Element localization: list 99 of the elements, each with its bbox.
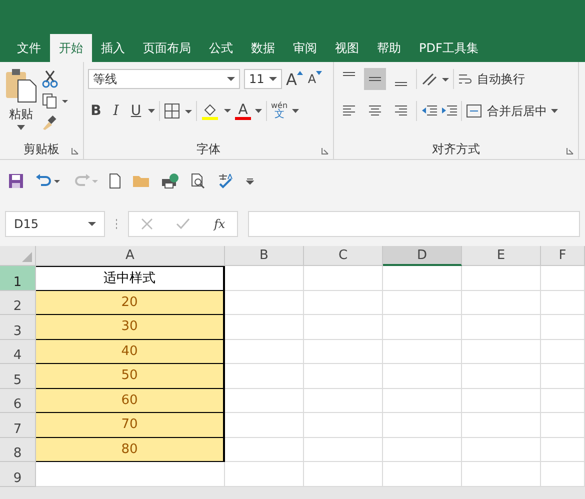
ribbon-tab[interactable]: PDF工具集	[410, 34, 488, 62]
ribbon-tab[interactable]: 开始	[50, 34, 92, 62]
dropdown-arrow-icon[interactable]	[148, 108, 155, 114]
dropdown-arrow-icon[interactable]	[551, 108, 558, 114]
ribbon-tab[interactable]: 审阅	[284, 34, 326, 62]
table-cell: 20	[36, 290, 225, 315]
align-lines-icon	[369, 77, 381, 81]
undo-icon[interactable]	[35, 173, 61, 189]
scissors-icon[interactable]	[42, 70, 58, 88]
formula-input[interactable]	[248, 211, 580, 237]
decrease-indent-icon[interactable]	[421, 104, 437, 118]
ribbon-tab[interactable]: 文件	[8, 34, 50, 62]
print-preview-icon[interactable]	[190, 173, 206, 189]
font-name-field[interactable]: 等线	[88, 69, 240, 89]
drag-handle-icon[interactable]	[115, 218, 118, 230]
caret-up-icon	[296, 71, 303, 75]
align-lines-icon	[394, 104, 408, 118]
ribbon-tab[interactable]: 视图	[326, 34, 368, 62]
save-icon[interactable]	[8, 173, 24, 189]
phonetic-button[interactable]: wén 文	[271, 100, 288, 122]
table-cell: 80	[36, 438, 225, 462]
column-header[interactable]: F	[541, 246, 585, 266]
caret-icon	[227, 76, 235, 82]
column-header[interactable]: B	[225, 246, 304, 266]
group-label: 对齐方式	[432, 140, 480, 158]
customize-icon[interactable]	[246, 177, 254, 185]
caret-icon	[17, 125, 25, 131]
column-header[interactable]: E	[462, 246, 541, 266]
empty-cell	[541, 315, 585, 340]
align-lines-icon	[395, 82, 407, 86]
group-label: 剪贴板	[24, 140, 60, 158]
merge-center-button[interactable]: 合并后居中	[466, 102, 547, 120]
table-cell: 40	[36, 340, 225, 364]
column-header[interactable]: A	[36, 246, 225, 266]
empty-cell	[541, 364, 585, 388]
fill-color-icon[interactable]	[201, 102, 231, 120]
group-label: 字体	[196, 140, 220, 158]
borders-icon[interactable]	[164, 103, 192, 119]
printer-icon[interactable]	[161, 173, 179, 189]
row-header[interactable]: 6	[0, 388, 36, 413]
row-header[interactable]: 3	[0, 315, 36, 340]
italic-button[interactable]: I	[108, 100, 124, 122]
empty-cell	[541, 266, 585, 290]
launcher-icon[interactable]	[321, 147, 329, 155]
caret-icon	[269, 76, 277, 82]
table-cell: 60	[36, 388, 225, 413]
text-orientation-icon[interactable]	[421, 71, 449, 87]
empty-cell	[541, 413, 585, 438]
row-header[interactable]: 8	[0, 438, 36, 462]
checkmark-icon[interactable]	[176, 218, 190, 230]
align-button[interactable]	[364, 68, 386, 90]
bold-button[interactable]: B	[88, 100, 104, 122]
align-lines-icon	[343, 72, 355, 76]
row-header[interactable]: 1	[0, 266, 36, 290]
font-size-field[interactable]: 11	[244, 69, 282, 89]
empty-cell	[541, 388, 585, 413]
launcher-icon[interactable]	[566, 147, 574, 155]
align-lines-icon	[342, 104, 356, 118]
font-color-button[interactable]: A	[235, 102, 251, 120]
dropdown-arrow-icon[interactable]	[255, 108, 262, 114]
row-header[interactable]: 9	[0, 462, 36, 486]
caret-down-icon	[316, 71, 322, 75]
row-header[interactable]: 4	[0, 340, 36, 364]
dropdown-arrow-icon[interactable]	[292, 108, 299, 114]
table-cell: 50	[36, 364, 225, 388]
ribbon-tab[interactable]: 帮助	[368, 34, 410, 62]
shrink-font-button[interactable]: A	[306, 68, 323, 90]
ribbon-tab[interactable]: 页面布局	[134, 34, 200, 62]
insert-function-button[interactable]: fx	[214, 217, 226, 231]
ribbon-tab[interactable]: 数据	[242, 34, 284, 62]
column-header[interactable]: C	[304, 246, 383, 266]
row-header[interactable]: 7	[0, 413, 36, 438]
spelling-check-icon[interactable]	[217, 173, 235, 189]
name-box[interactable]: D15	[5, 211, 105, 237]
copy-icon[interactable]	[42, 93, 68, 109]
row-header[interactable]: 2	[0, 290, 36, 315]
caret-icon	[88, 222, 96, 226]
ribbon-tab[interactable]: 公式	[200, 34, 242, 62]
brush-icon[interactable]	[42, 114, 58, 130]
table-cell: 70	[36, 413, 225, 438]
empty-cell	[541, 438, 585, 462]
launcher-icon[interactable]	[71, 147, 79, 155]
ribbon-tab[interactable]: 插入	[92, 34, 134, 62]
increase-indent-icon[interactable]	[441, 104, 457, 118]
grow-font-button[interactable]: A	[286, 68, 303, 90]
triangle-icon	[22, 252, 32, 262]
wrap-text-icon	[458, 72, 472, 86]
wrap-text-button[interactable]: 自动换行	[458, 70, 525, 88]
paste-button[interactable]: 粘贴	[4, 66, 38, 139]
column-header[interactable]: D	[383, 246, 462, 266]
merge-cells-icon	[466, 104, 482, 118]
empty-cell	[541, 290, 585, 315]
empty-cell	[541, 340, 585, 364]
row-header[interactable]: 5	[0, 364, 36, 388]
align-lines-icon	[368, 104, 382, 118]
underline-button[interactable]: U	[128, 100, 144, 122]
clipboard-icon	[4, 66, 38, 104]
new-file-icon[interactable]	[109, 173, 121, 189]
table-cell: 30	[36, 315, 225, 340]
